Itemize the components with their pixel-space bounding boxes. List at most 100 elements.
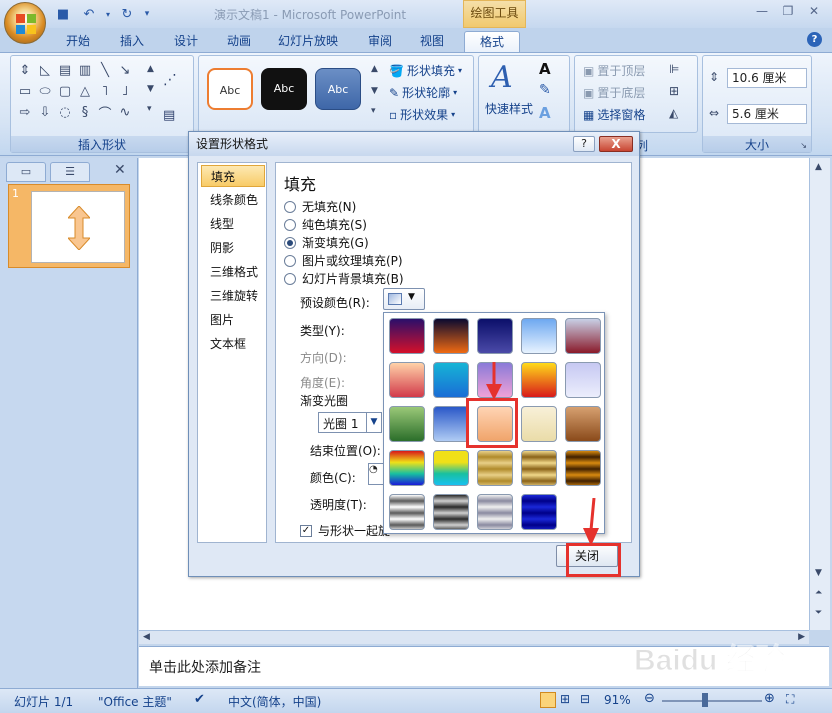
gradient-swatch-0-4[interactable] xyxy=(565,318,601,354)
tab-home[interactable]: 开始 xyxy=(58,31,98,53)
nav-item-3d-rotation[interactable]: 三维旋转 xyxy=(201,285,265,307)
nav-item-text-box[interactable]: 文本框 xyxy=(201,333,265,355)
undo-dropdown-icon[interactable]: ▾ xyxy=(104,5,112,23)
wordart-a-icon[interactable]: A xyxy=(491,60,513,95)
shape-triangle-icon[interactable]: ◺ xyxy=(35,60,55,81)
office-button[interactable] xyxy=(4,2,46,44)
zoom-slider-thumb[interactable] xyxy=(702,693,708,707)
scroll-left-icon[interactable]: ◀ xyxy=(143,632,150,642)
nav-item-line-color[interactable]: 线条颜色 xyxy=(201,189,265,211)
slide-sorter-icon[interactable]: ⊞ xyxy=(560,692,570,706)
shape-elbow-icon[interactable]: ˥ xyxy=(95,81,115,102)
color-picker-button[interactable]: ◔ xyxy=(368,463,384,485)
gradient-swatch-0-1[interactable] xyxy=(433,318,469,354)
gradient-swatch-1-4[interactable] xyxy=(565,362,601,398)
gradient-swatch-2-3[interactable] xyxy=(521,406,557,442)
gradient-swatch-3-2[interactable] xyxy=(477,450,513,486)
shape-squiggle-icon[interactable]: § xyxy=(75,102,95,123)
zoom-level[interactable]: 91% xyxy=(604,693,631,707)
shape-line-icon[interactable]: ╲ xyxy=(95,60,115,81)
text-effects-icon[interactable]: A xyxy=(539,104,551,122)
shape-fill-button[interactable]: 🪣 形状填充 ▾ xyxy=(389,62,462,79)
redo-icon[interactable]: ↻ xyxy=(116,5,138,23)
nav-item-fill[interactable]: 填充 xyxy=(201,165,265,187)
gradient-swatch-2-1[interactable] xyxy=(433,406,469,442)
shapes-gallery[interactable]: ⇕ ◺ ▤ ▥ ╲ ↘ ▭ ⬭ ▢ △ ˥ ˩ ⇨ ⇩ ◌ § ⌒ ∿ xyxy=(15,60,145,123)
size-dialog-launcher-icon[interactable]: ↘ xyxy=(800,141,807,150)
picture-fill-radio[interactable] xyxy=(284,254,296,267)
edit-shape-icon[interactable]: ⋰ xyxy=(163,72,177,88)
rotate-with-shape-option[interactable]: ✓ 与形状一起旋 xyxy=(300,522,390,539)
close-window-icon[interactable]: ✕ xyxy=(802,2,826,20)
save-icon[interactable]: ■ xyxy=(52,5,74,23)
shape-oval-icon[interactable]: ⬭ xyxy=(35,81,55,102)
styles-scroll-up-icon[interactable]: ▲ xyxy=(371,64,378,74)
dialog-close-x-button[interactable]: X xyxy=(599,136,633,152)
gradient-fill-radio[interactable] xyxy=(284,236,296,249)
textbox-icon[interactable]: ▤ xyxy=(163,108,175,123)
gradient-swatch-3-0[interactable] xyxy=(389,450,425,486)
gradient-swatch-1-3[interactable] xyxy=(521,362,557,398)
gradient-swatch-4-3[interactable] xyxy=(521,494,557,530)
width-input[interactable]: 5.6 厘米 xyxy=(727,104,807,124)
rotate-with-shape-checkbox[interactable]: ✓ xyxy=(300,524,312,537)
gradient-fill-option[interactable]: 渐变填充(G) xyxy=(284,234,369,251)
help-icon[interactable]: ? xyxy=(807,32,822,47)
nav-item-shadow[interactable]: 阴影 xyxy=(201,237,265,259)
shape-arrows-icon[interactable]: ⇕ xyxy=(15,60,35,81)
undo-icon[interactable]: ↶ xyxy=(78,5,100,23)
tab-slideshow[interactable]: 幻灯片放映 xyxy=(270,31,346,53)
shape-vtextbox-icon[interactable]: ▥ xyxy=(75,60,95,81)
background-fill-option[interactable]: 幻灯片背景填充(B) xyxy=(284,270,404,287)
tab-animations[interactable]: 动画 xyxy=(219,31,259,53)
bring-to-front-button[interactable]: ▣ 置于顶层 xyxy=(583,62,645,79)
gradient-swatch-3-1[interactable] xyxy=(433,450,469,486)
no-fill-radio[interactable] xyxy=(284,200,296,213)
height-input[interactable]: 10.6 厘米 xyxy=(727,68,807,88)
gradient-swatch-4-0[interactable] xyxy=(389,494,425,530)
normal-view-icon[interactable] xyxy=(540,692,556,708)
stop-dropdown-icon[interactable]: ▼ xyxy=(366,413,381,432)
close-panel-icon[interactable]: ✕ xyxy=(114,162,126,178)
shape-curve-icon[interactable]: ⌒ xyxy=(95,102,115,123)
solid-fill-option[interactable]: 纯色填充(S) xyxy=(284,216,367,233)
style-blue-fill[interactable]: Abc xyxy=(315,68,361,110)
shape-rtriangle-icon[interactable]: △ xyxy=(75,81,95,102)
picture-fill-option[interactable]: 图片或纹理填充(P) xyxy=(284,252,403,269)
gradient-swatch-4-1[interactable] xyxy=(433,494,469,530)
vertical-scrollbar[interactable]: ▲ ▼ ⏶ ⏷ xyxy=(809,158,830,630)
send-to-back-button[interactable]: ▣ 置于底层 xyxy=(583,84,645,101)
gradient-stop-select[interactable]: 光圈 1 ▼ xyxy=(318,412,382,433)
prev-slide-icon[interactable]: ⏶ xyxy=(815,588,822,598)
shape-effects-button[interactable]: ▫ 形状效果 ▾ xyxy=(389,106,455,123)
scroll-up-icon[interactable]: ▲ xyxy=(815,162,822,172)
zoom-out-icon[interactable]: ⊖ xyxy=(644,691,655,706)
tab-design[interactable]: 设计 xyxy=(166,31,206,53)
gradient-swatch-0-2[interactable] xyxy=(477,318,513,354)
align-icon[interactable]: ⊫ xyxy=(669,62,679,76)
preset-colors-dropdown[interactable]: ▼ xyxy=(383,288,425,310)
gallery-scroll-up-icon[interactable]: ▲ xyxy=(147,64,154,74)
no-fill-option[interactable]: 无填充(N) xyxy=(284,198,356,215)
gallery-scroll-down-icon[interactable]: ▼ xyxy=(147,84,154,94)
gradient-swatch-1-0[interactable] xyxy=(389,362,425,398)
nav-item-picture[interactable]: 图片 xyxy=(201,309,265,331)
shape-freeform-icon[interactable]: ∿ xyxy=(115,102,135,123)
scroll-down-icon[interactable]: ▼ xyxy=(815,568,822,578)
styles-scroll-down-icon[interactable]: ▼ xyxy=(371,86,378,96)
nav-item-line-style[interactable]: 线型 xyxy=(201,213,265,235)
customize-qat-icon[interactable]: ▾ xyxy=(142,5,152,23)
selection-pane-button[interactable]: ▦ 选择窗格 xyxy=(583,106,645,123)
shape-elbow2-icon[interactable]: ˩ xyxy=(115,81,135,102)
group-icon[interactable]: ⊞ xyxy=(669,84,679,98)
shape-rounded-rect-icon[interactable]: ▢ xyxy=(55,81,75,102)
outline-tab-icon[interactable]: ☰ xyxy=(50,162,90,182)
shape-callout-icon[interactable]: ◌ xyxy=(55,102,75,123)
background-fill-radio[interactable] xyxy=(284,272,296,285)
style-black-fill[interactable]: Abc xyxy=(261,68,307,110)
gradient-swatch-0-0[interactable] xyxy=(389,318,425,354)
quick-styles-label[interactable]: 快速样式 xyxy=(485,100,533,117)
shape-down-arrow-icon[interactable]: ⇩ xyxy=(35,102,55,123)
gradient-swatch-2-4[interactable] xyxy=(565,406,601,442)
tab-format[interactable]: 格式 xyxy=(464,31,520,53)
